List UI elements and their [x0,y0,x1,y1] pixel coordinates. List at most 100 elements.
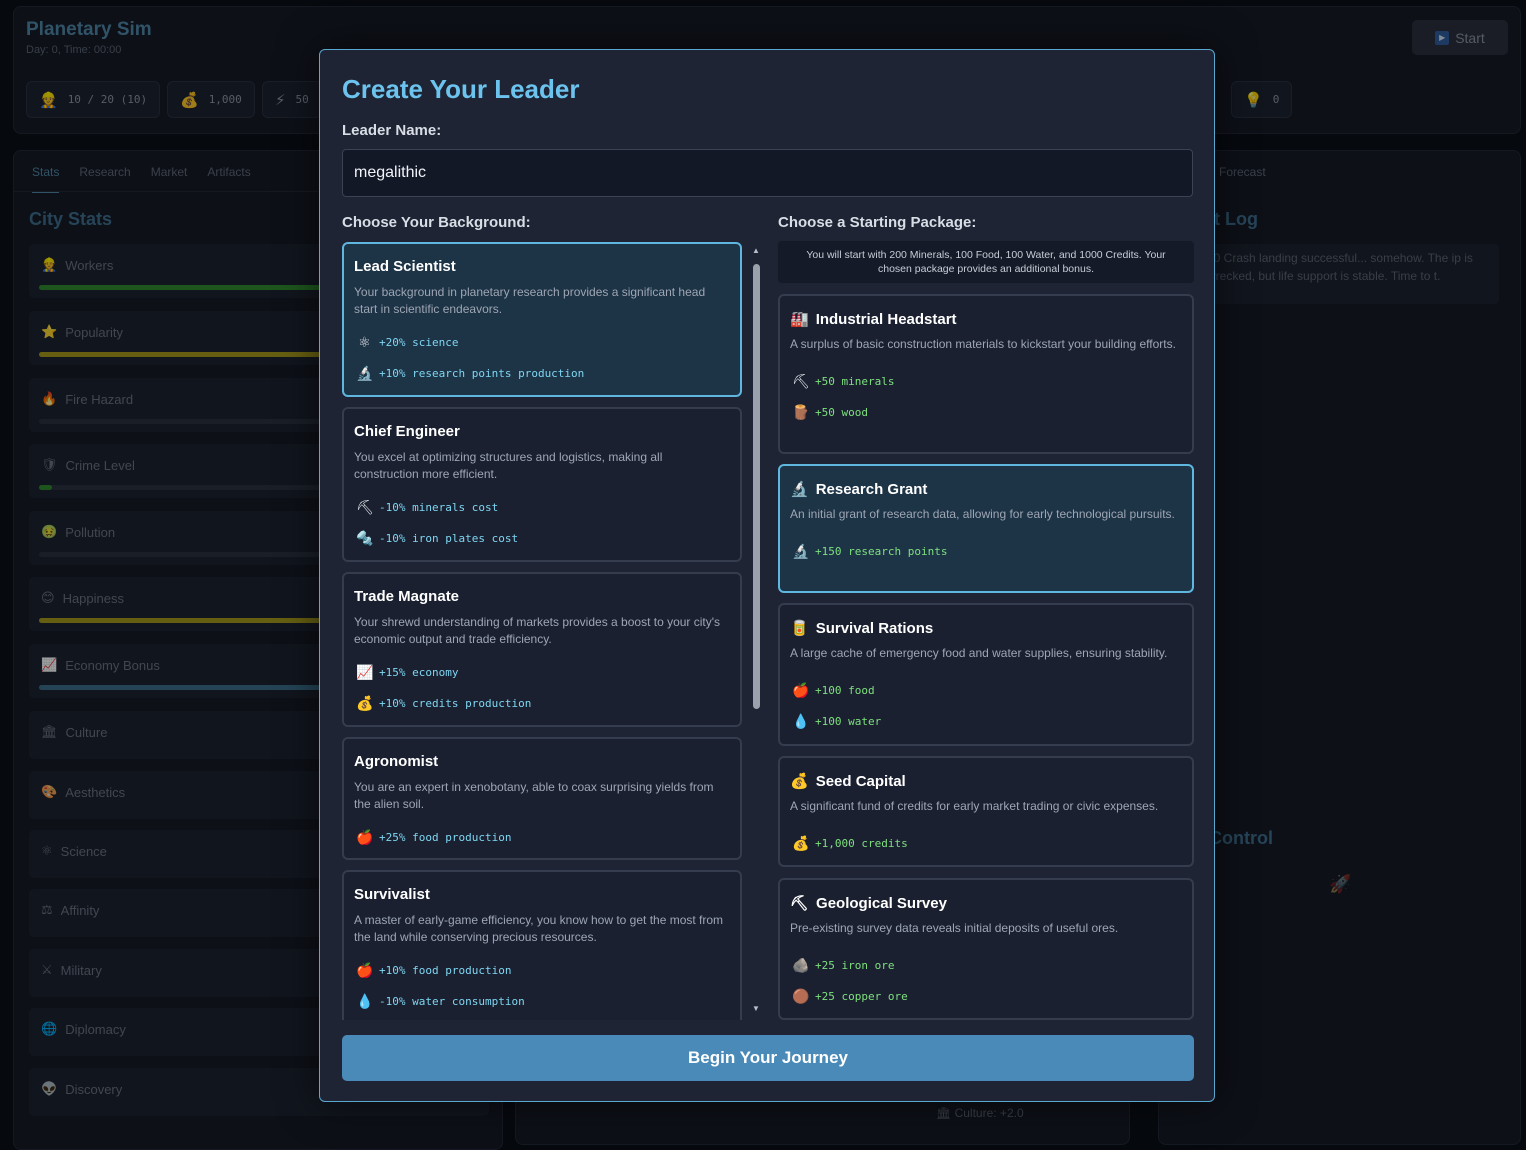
package-note: You will start with 200 Minerals, 100 Fo… [778,241,1194,283]
bonus-text: -10% minerals cost [379,501,499,514]
bonus-icon: ⛏ [792,373,810,389]
bonus-row: 💰 +1,000 credits [792,835,908,852]
bonus-icon: ⚛ [358,334,371,350]
bonus-icon: 🔬 [356,365,374,381]
package-list: 🏭 Industrial Headstart A surplus of basic … [778,294,1194,1024]
bonus-row: 🍎 +25% food production [356,829,511,846]
bonus-text: +25 iron ore [815,959,895,972]
package-description: An initial grant of research data, allow… [790,507,1175,521]
background-title: Chief Engineer [354,423,460,440]
background-card-trade-magnate[interactable]: Trade Magnate Your shrewd understanding o… [342,572,742,727]
bonus-icon: 🍎 [792,682,810,698]
background-title: Trade Magnate [354,588,460,605]
bonus-row: 🔬 +10% research points production [356,365,584,382]
background-title: Agronomist [354,753,439,770]
bonus-icon: 💰 [356,695,374,711]
background-name: Agronomist [354,753,438,770]
bonus-text: +50 wood [815,406,868,419]
package-description: A surplus of basic construction material… [790,337,1176,351]
package-name: 🥫 Survival Rations [790,619,933,638]
bonus-icon: 🪨 [792,957,810,973]
bonus-text: +100 food [815,684,875,697]
bonus-text: -10% iron plates cost [379,532,519,545]
bonus-icon: 💧 [356,993,374,1009]
bonus-row: 🔬 +150 research points [792,543,947,560]
package-icon: 🔬 [790,481,809,498]
package-title: Geological Survey [816,894,947,912]
background-heading: Choose Your Background: [342,214,531,231]
package-description: Pre-existing survey data reveals initial… [790,921,1119,935]
background-list: Lead Scientist Your background in planeta… [342,242,742,1020]
background-title: Survivalist [354,886,430,903]
package-card-survival-rations[interactable]: 🥫 Survival Rations A large cache of emerge… [778,603,1194,746]
bonus-icon: 🟤 [792,988,810,1004]
begin-journey-button[interactable]: Begin Your Journey [342,1035,1194,1081]
bonus-row: ⛏ -10% minerals cost [356,499,498,516]
package-card-seed-capital[interactable]: 💰 Seed Capital A significant fund of credi… [778,756,1194,867]
background-name: Lead Scientist [354,258,456,275]
package-title: Research Grant [815,480,928,498]
bonus-text: +100 water [815,715,882,728]
bonus-row: 📈 +15% economy [356,664,458,681]
package-card-geological-survey[interactable]: ⛏ Geological Survey Pre-existing survey da… [778,878,1194,1020]
background-description: You excel at optimizing structures and l… [354,450,663,481]
bonus-icon: 🪵 [792,404,810,420]
scroll-down-arrow-icon[interactable]: ▼ [751,1004,761,1013]
bonus-text: +10% food production [379,964,512,977]
bonus-icon: 🔬 [792,543,810,559]
package-title: Seed Capital [815,772,906,790]
background-card-lead-scientist[interactable]: Lead Scientist Your background in planeta… [342,242,742,397]
bonus-text: +25% food production [379,831,512,844]
bonus-text: +15% economy [379,666,459,679]
package-icon: ⛏ [790,895,810,912]
background-name: Trade Magnate [354,588,459,605]
bonus-text: +10% credits production [379,697,532,710]
background-description: Your shrewd understanding of markets pro… [354,615,721,646]
bonus-row: 🔩 -10% iron plates cost [356,530,518,547]
bonus-row: 🍎 +100 food [792,682,875,699]
scrollbar-thumb[interactable] [753,264,760,709]
bonus-icon: 🍎 [356,962,374,978]
leader-name-label: Leader Name: [342,122,442,139]
bonus-text: +20% science [379,336,459,349]
package-card-industrial-headstart[interactable]: 🏭 Industrial Headstart A surplus of basic … [778,294,1194,454]
leader-name-input[interactable] [342,149,1193,197]
background-card-chief-engineer[interactable]: Chief Engineer You excel at optimizing st… [342,407,742,562]
bonus-text: +150 research points [815,545,948,558]
bonus-icon: 🍎 [356,829,374,845]
package-name: 🏭 Industrial Headstart [790,310,957,329]
background-name: Chief Engineer [354,423,460,440]
background-card-agronomist[interactable]: Agronomist You are an expert in xenobotan… [342,737,742,860]
package-heading: Choose a Starting Package: [778,214,977,231]
package-icon: 🥫 [790,620,809,637]
bonus-icon: 💧 [792,713,810,729]
bonus-icon: ⛏ [356,499,374,515]
package-icon: 🏭 [790,311,809,328]
background-scrollbar[interactable]: ▲ ▼ [751,246,761,1016]
bonus-row: 🪨 +25 iron ore [792,957,894,974]
bonus-text: +1,000 credits [815,837,908,850]
background-card-survivalist[interactable]: Survivalist A master of early-game effici… [342,870,742,1020]
background-description: Your background in planetary research pr… [354,285,706,316]
bonus-icon: 💰 [792,835,810,851]
package-description: A significant fund of credits for early … [790,799,1159,813]
background-description: A master of early-game efficiency, you k… [354,913,724,944]
bonus-text: -10% water consumption [379,995,525,1008]
bonus-icon: 📈 [356,664,374,680]
bonus-row: 🪵 +50 wood [792,404,868,421]
package-name: 🔬 Research Grant [790,480,928,499]
dialog-title: Create Your Leader [342,74,580,104]
package-name: ⛏ Geological Survey [790,894,947,913]
create-leader-dialog: Create Your Leader Leader Name: Choose Y… [319,49,1215,1102]
background-title: Lead Scientist [354,258,456,275]
package-description: A large cache of emergency food and wate… [790,646,1168,660]
bonus-row: ⛏ +50 minerals [792,373,894,390]
bonus-text: +50 minerals [815,375,895,388]
bonus-row: 🟤 +25 copper ore [792,988,908,1005]
scroll-up-arrow-icon[interactable]: ▲ [751,246,761,255]
package-card-research-grant[interactable]: 🔬 Research Grant An initial grant of resea… [778,464,1194,593]
package-title: Industrial Headstart [815,310,957,328]
bonus-row: 💰 +10% credits production [356,695,531,712]
bonus-text: +10% research points production [379,367,585,380]
background-name: Survivalist [354,886,430,903]
